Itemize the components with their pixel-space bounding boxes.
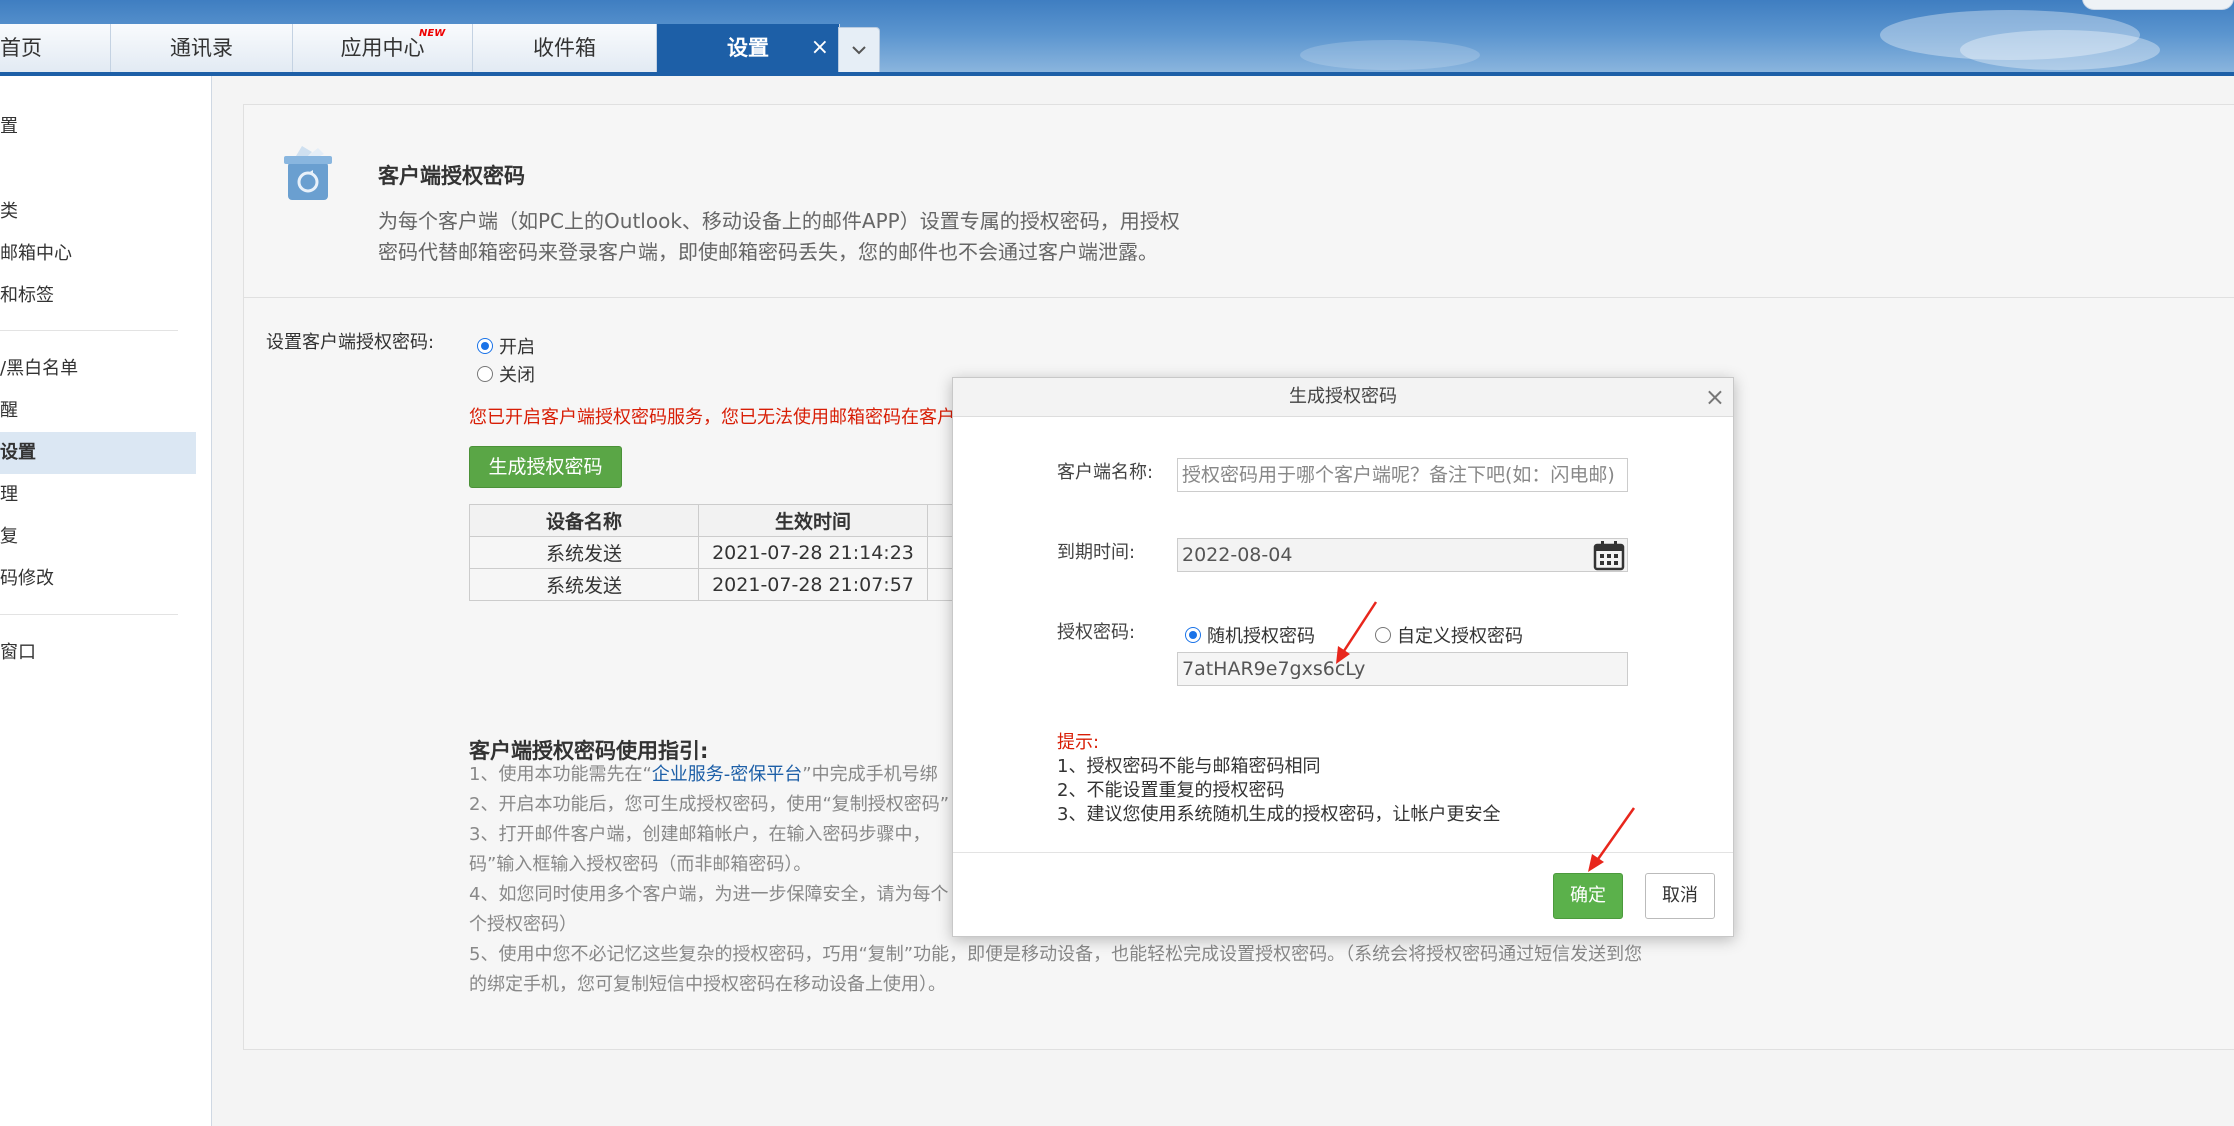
radio-option-on[interactable]: 开启 — [477, 333, 535, 359]
description-line: 为每个客户端（如PC上的Outlook、移动设备上的邮件APP）设置专属的授权密… — [378, 209, 1180, 233]
recycle-bin-icon — [284, 146, 332, 200]
sidebar-item[interactable]: 码修改 — [0, 558, 196, 600]
radio-label: 开启 — [499, 337, 535, 358]
expire-label: 到期时间: — [1057, 542, 1136, 563]
main-tabs: 首页 通讯录 应用中心 NEW 收件箱 设置 × — [0, 24, 840, 72]
sidebar-item[interactable]: 理 — [0, 474, 196, 516]
password-value-field[interactable] — [1177, 652, 1628, 686]
top-search-box[interactable] — [2082, 0, 2234, 10]
page-title: 客户端授权密码 — [378, 164, 525, 188]
radio-unchecked-icon[interactable] — [1375, 627, 1391, 643]
sidebar-divider — [0, 614, 178, 615]
sidebar-item[interactable]: 窗口 — [0, 632, 196, 674]
table-cell: 系统发送 — [469, 568, 699, 601]
tips-title: 提示: — [1057, 732, 1100, 753]
dialog-header: 生成授权密码 × — [953, 378, 1733, 417]
sidebar-item[interactable]: 和标签 — [0, 275, 196, 317]
table-header-row: 设备名称 生效时间 — [469, 504, 955, 537]
sidebar-item[interactable]: 置 — [0, 106, 196, 148]
radio-checked-icon[interactable] — [477, 338, 493, 354]
section-divider — [243, 297, 2234, 298]
guide-text: 1、使用本功能需先在“ — [469, 764, 652, 785]
table-row: 系统发送 2021-07-28 21:07:57 — [469, 568, 955, 601]
guide-text: ”中完成手机号绑 — [802, 764, 938, 785]
tab-underline — [0, 72, 2234, 76]
tips-block: 提示: 1、授权密码不能与邮箱密码相同 2、不能设置重复的授权密码 3、建议您使… — [1057, 731, 1500, 827]
page-description: 为每个客户端（如PC上的Outlook、移动设备上的邮件APP）设置专属的授权密… — [378, 206, 1248, 268]
close-icon[interactable]: × — [1705, 378, 1725, 416]
tab-home[interactable]: 首页 — [0, 24, 111, 72]
setting-label: 设置客户端授权密码: — [266, 332, 435, 353]
tab-contacts[interactable]: 通讯录 — [111, 24, 293, 72]
new-badge: NEW — [419, 28, 446, 39]
tab-label: 收件箱 — [533, 36, 596, 60]
sidebar: 置 类 邮箱中心 和标签 /黑白名单 醒 设置 理 复 码修改 窗口 — [0, 76, 212, 1126]
password-label: 授权密码: — [1057, 622, 1136, 643]
sidebar-item[interactable]: 复 — [0, 516, 196, 558]
dialog-title: 生成授权密码 — [1289, 386, 1397, 407]
tab-label: 通讯录 — [170, 36, 233, 60]
column-header: 设备名称 — [469, 504, 699, 537]
tab-settings[interactable]: 设置 × — [657, 24, 840, 72]
client-name-label: 客户端名称: — [1057, 462, 1154, 483]
tab-app-center[interactable]: 应用中心 NEW — [293, 24, 473, 72]
radio-unchecked-icon[interactable] — [477, 366, 493, 382]
radio-label: 随机授权密码 — [1207, 626, 1315, 647]
sidebar-item[interactable]: 类 — [0, 191, 196, 233]
table-row: 系统发送 2021-07-28 21:14:23 — [469, 536, 955, 569]
sidebar-item[interactable]: 邮箱中心 — [0, 233, 196, 275]
sidebar-item-client-auth[interactable]: 设置 — [0, 432, 196, 474]
tab-label: 设置 — [727, 36, 769, 60]
table-cell: 2021-07-28 21:07:57 — [698, 568, 928, 601]
table-cell: 系统发送 — [469, 536, 699, 569]
tab-label: 应用中心 — [340, 36, 425, 60]
sidebar-item[interactable]: /黑白名单 — [0, 348, 196, 390]
chevron-down-icon[interactable] — [838, 27, 880, 73]
table-cell — [927, 536, 955, 569]
cloud-decoration — [1960, 30, 2160, 70]
tip-item: 2、不能设置重复的授权密码 — [1057, 780, 1285, 801]
radio-option-off[interactable]: 关闭 — [477, 361, 535, 387]
calendar-icon[interactable] — [1591, 538, 1627, 572]
expire-date-input[interactable] — [1177, 538, 1628, 572]
tab-inbox[interactable]: 收件箱 — [473, 24, 657, 72]
column-header — [927, 504, 955, 537]
description-line: 密码代替邮箱密码来登录客户端，即使邮箱密码丢失，您的邮件也不会通过客户端泄露。 — [378, 240, 1158, 264]
device-table: 设备名称 生效时间 系统发送 2021-07-28 21:14:23 系统发送 … — [469, 504, 955, 601]
dialog-footer-divider — [953, 852, 1733, 853]
tab-label: 首页 — [0, 36, 42, 60]
guide-line: 的绑定手机，您可复制短信中授权密码在移动设备上使用）。 — [469, 974, 946, 995]
confirm-button[interactable]: 确定 — [1553, 873, 1623, 919]
sidebar-item[interactable]: 醒 — [0, 390, 196, 432]
client-name-input[interactable] — [1177, 458, 1628, 492]
tip-item: 3、建议您使用系统随机生成的授权密码，让帐户更安全 — [1057, 804, 1501, 825]
table-cell — [927, 568, 955, 601]
sidebar-divider — [0, 330, 178, 331]
radio-checked-icon[interactable] — [1185, 627, 1201, 643]
radio-custom-password[interactable]: 自定义授权密码 — [1375, 622, 1523, 648]
cloud-decoration — [1300, 40, 1480, 70]
radio-label: 关闭 — [499, 365, 535, 386]
radio-random-password[interactable]: 随机授权密码 — [1185, 622, 1315, 648]
cancel-button[interactable]: 取消 — [1645, 873, 1715, 919]
column-header: 生效时间 — [698, 504, 928, 537]
tip-item: 1、授权密码不能与邮箱密码相同 — [1057, 756, 1321, 777]
guide-line: 5、使用中您不必记忆这些复杂的授权密码，巧用“复制”功能，即便是移动设备，也能轻… — [469, 944, 1643, 965]
generate-password-button[interactable]: 生成授权密码 — [469, 446, 622, 488]
tab-close-icon[interactable]: × — [811, 24, 829, 72]
security-platform-link[interactable]: 企业服务-密保平台 — [652, 764, 803, 785]
radio-label: 自定义授权密码 — [1397, 626, 1523, 647]
generate-password-dialog: 生成授权密码 × 客户端名称: 到期时间: 授权密码: 随机授权密码 自定义授权… — [952, 377, 1734, 937]
table-cell: 2021-07-28 21:14:23 — [698, 536, 928, 569]
warning-text: 您已开启客户端授权密码服务，您已无法使用邮箱密码在客户 — [469, 407, 955, 428]
